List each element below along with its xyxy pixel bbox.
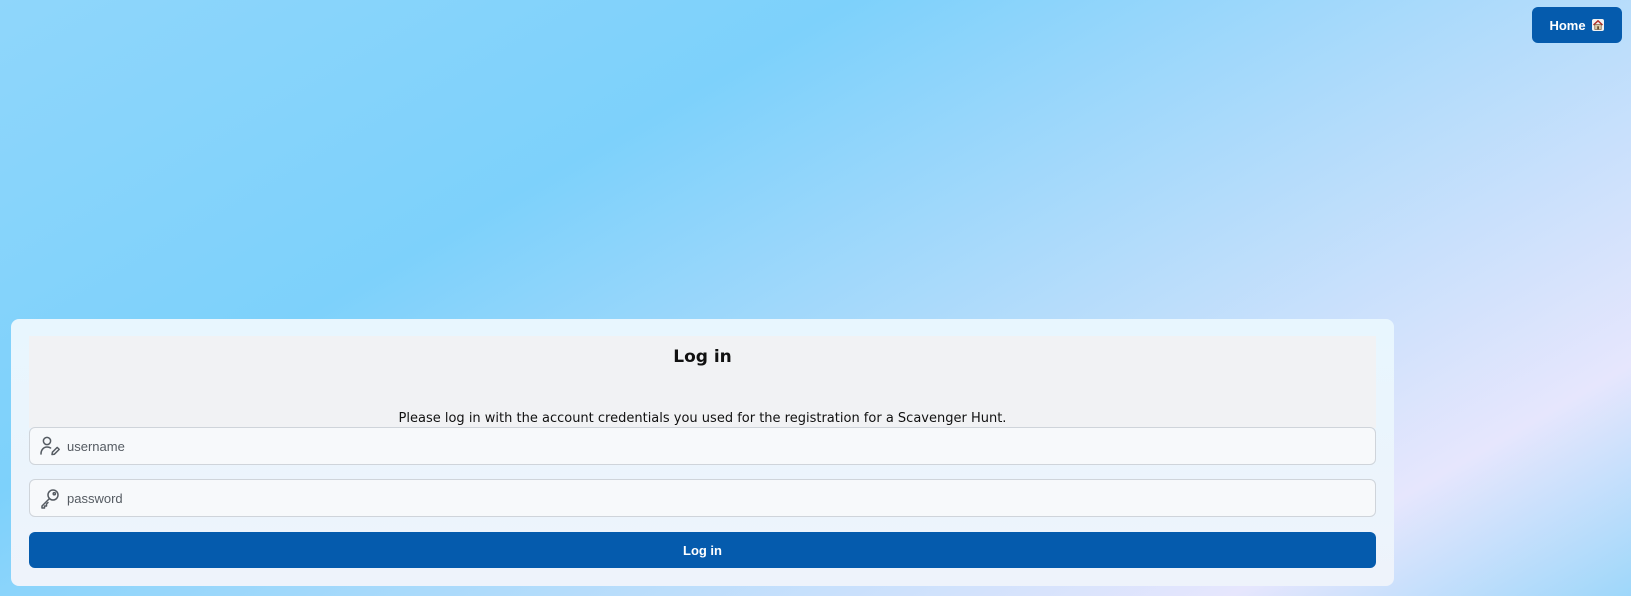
login-button-label: Log in — [683, 542, 722, 558]
home-button[interactable]: Home — [1532, 7, 1622, 43]
login-button[interactable]: Log in — [29, 532, 1376, 568]
user-edit-icon — [39, 435, 61, 457]
username-field[interactable] — [29, 427, 1376, 465]
username-input[interactable] — [67, 428, 1375, 464]
home-button-label: Home — [1549, 17, 1586, 33]
house-icon — [1591, 18, 1605, 32]
login-description: Please log in with the account credentia… — [398, 411, 1007, 426]
key-icon — [39, 487, 61, 509]
login-header: Log in Please log in with the account cr… — [29, 336, 1376, 428]
page-title: Log in — [673, 347, 732, 367]
password-input[interactable] — [67, 480, 1375, 516]
password-field[interactable] — [29, 479, 1376, 517]
login-panel: Log in Please log in with the account cr… — [11, 319, 1394, 586]
